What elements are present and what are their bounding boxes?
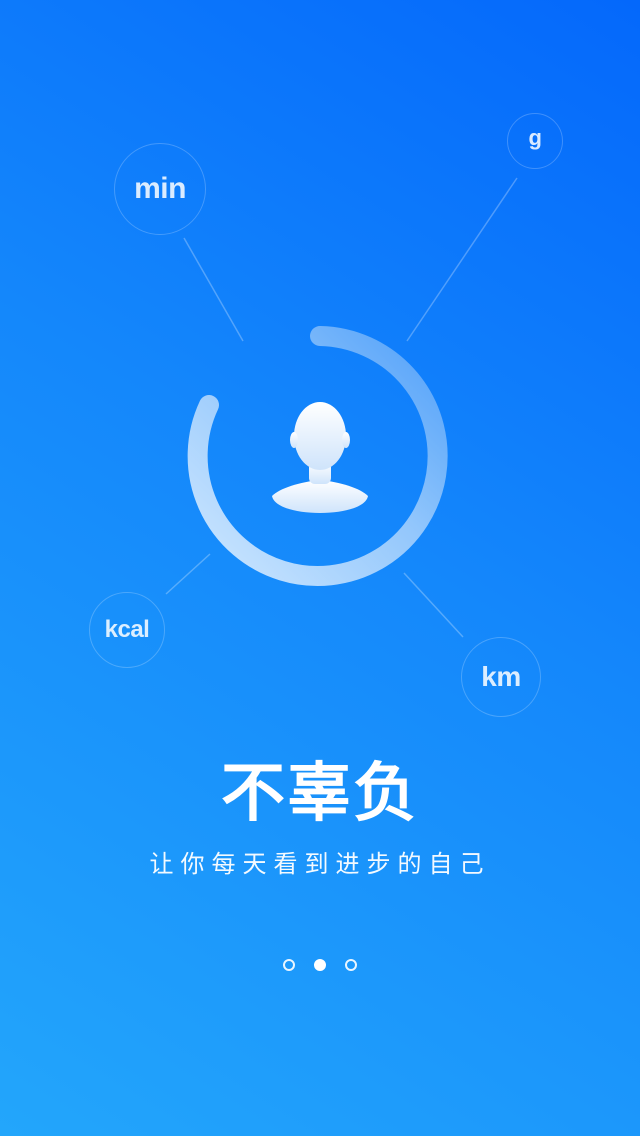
unit-label-g: g: [528, 125, 542, 150]
connector-line-km: [403, 572, 464, 638]
unit-label-km: km: [481, 661, 521, 692]
connector-line-min: [183, 237, 244, 342]
unit-bubble-g: g: [507, 113, 563, 169]
onboarding-subtitle: 让你每天看到进步的自己: [149, 850, 491, 878]
user-avatar-icon: [272, 402, 368, 513]
page-dot-3[interactable]: [345, 959, 357, 971]
unit-bubble-kcal: kcal: [89, 592, 165, 668]
unit-label-min: min: [134, 172, 186, 205]
page-dot-1[interactable]: [283, 959, 295, 971]
page-dot-2[interactable]: [314, 959, 326, 971]
unit-bubble-min: min: [114, 143, 206, 235]
unit-bubble-km: km: [461, 637, 541, 717]
connector-line-g: [406, 177, 518, 342]
onboarding-title: 不辜负: [221, 757, 419, 831]
connector-line-kcal: [165, 553, 211, 595]
unit-label-kcal: kcal: [104, 616, 150, 643]
page-indicator: [0, 959, 640, 973]
onboarding-screen: min g kcal km 不辜负 让你每天看到进步的自己: [0, 0, 640, 1136]
